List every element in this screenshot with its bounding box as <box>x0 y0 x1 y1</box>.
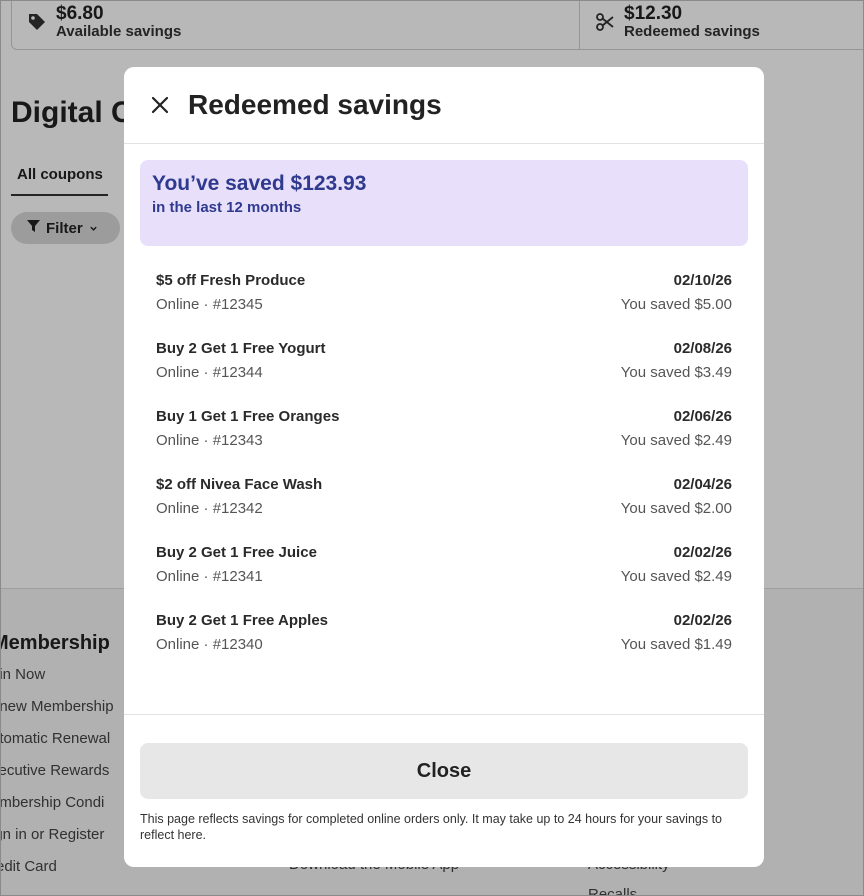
coupon-title: $2 off Nivea Face Wash <box>156 476 323 493</box>
coupon-title: Buy 1 Get 1 Free Oranges <box>156 408 340 425</box>
modal-title: Redeemed savings <box>188 89 442 120</box>
coupon-saved: You saved $1.49 <box>620 636 732 653</box>
coupon-meta: Online · #12342 <box>156 500 263 517</box>
coupon-title: $5 off Fresh Produce <box>156 272 306 289</box>
coupon-date: 02/04/26 <box>673 476 732 493</box>
coupon-title: Buy 2 Get 1 Free Juice <box>156 544 317 561</box>
coupon-saved: You saved $3.49 <box>620 364 732 381</box>
coupon-meta: Online · #12343 <box>156 432 263 449</box>
coupon-meta: Online · #12341 <box>156 568 263 585</box>
coupon-title: Buy 2 Get 1 Free Apples <box>156 612 329 629</box>
coupon-meta: Online · #12344 <box>156 364 263 381</box>
redeemed-savings-modal: Redeemed savings You’ve saved $123.93 in… <box>124 67 764 867</box>
coupon-saved: You saved $2.00 <box>620 500 732 517</box>
coupon-saved: You saved $2.49 <box>620 432 732 449</box>
modal-footer: Close This page reflects savings for com… <box>124 714 764 867</box>
savings-summary-banner: You’ve saved $123.93 in the last 12 mont… <box>140 160 748 246</box>
savings-period: in the last 12 months <box>152 199 302 216</box>
disclaimer-text: This page reflects savings for completed… <box>140 812 723 842</box>
list-item: Buy 2 Get 1 Free Yogurt Online · #12344 … <box>156 339 732 407</box>
list-item: $2 off Nivea Face Wash Online · #12342 0… <box>156 475 732 543</box>
coupon-meta: Online · #12340 <box>156 636 263 653</box>
coupon-date: 02/06/26 <box>673 408 732 425</box>
list-item: Buy 2 Get 1 Free Juice Online · #12341 0… <box>156 543 732 611</box>
redeemed-coupon-list: $5 off Fresh Produce Online · #12345 02/… <box>124 271 764 679</box>
coupon-date: 02/02/26 <box>673 612 732 629</box>
coupon-saved: You saved $5.00 <box>620 296 732 313</box>
close-button[interactable]: Close <box>140 743 748 799</box>
coupon-date: 02/10/26 <box>673 272 732 289</box>
coupon-meta: Online · #12345 <box>156 296 263 313</box>
list-item: Buy 2 Get 1 Free Apples Online · #12340 … <box>156 611 732 679</box>
list-item: Buy 1 Get 1 Free Oranges Online · #12343… <box>156 407 732 475</box>
list-item: $5 off Fresh Produce Online · #12345 02/… <box>156 271 732 339</box>
coupon-date: 02/08/26 <box>673 340 732 357</box>
close-icon[interactable] <box>142 87 178 123</box>
coupon-date: 02/02/26 <box>673 544 732 561</box>
coupon-saved: You saved $2.49 <box>620 568 732 585</box>
savings-total: You’ve saved $123.93 <box>152 172 367 195</box>
coupon-title: Buy 2 Get 1 Free Yogurt <box>156 340 326 357</box>
modal-header: Redeemed savings <box>124 67 764 144</box>
